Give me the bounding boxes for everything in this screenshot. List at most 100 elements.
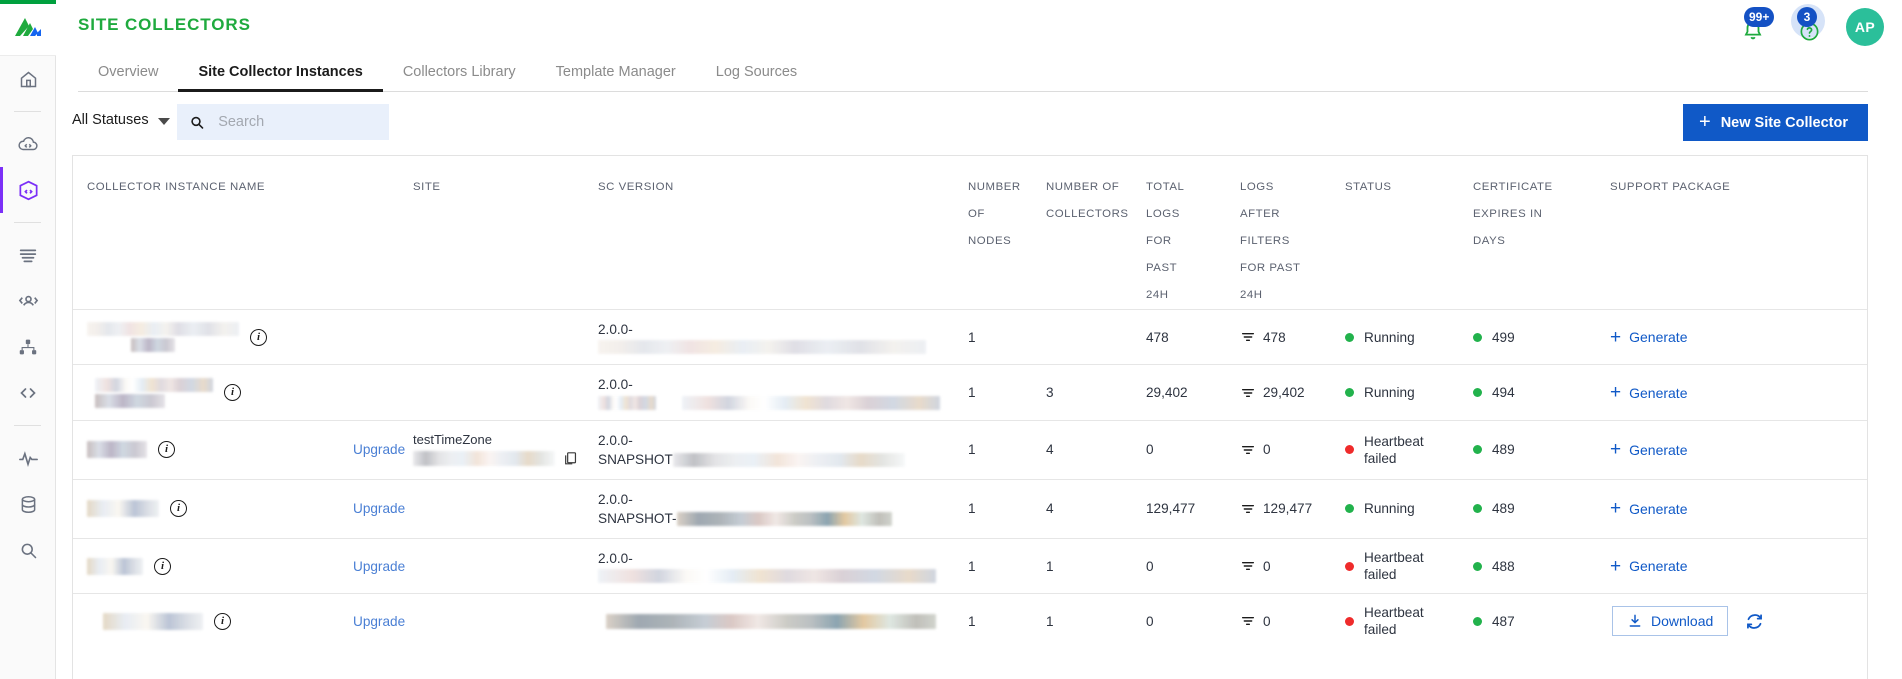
generate-label: Generate	[1629, 329, 1688, 346]
table-row[interactable]: i Upgrade 2.0.0- 1 1 0 0 Heartbeat faile…	[73, 537, 1867, 594]
cell-certificate-days: 488	[1473, 537, 1610, 594]
tab-template-manager[interactable]: Template Manager	[536, 64, 696, 91]
search-box[interactable]	[177, 104, 389, 140]
search-input[interactable]	[216, 113, 377, 131]
plus-icon: +	[1610, 326, 1622, 348]
column-header-sc-version[interactable]: SC VERSION	[598, 156, 968, 310]
header-line: EXPIRES IN	[1473, 208, 1543, 220]
download-support-package-button[interactable]: Download	[1612, 606, 1729, 637]
upgrade-link[interactable]: Upgrade	[353, 501, 405, 516]
cell-site	[413, 537, 598, 594]
redacted-name	[87, 377, 213, 408]
rail-divider-1	[14, 111, 41, 112]
column-header-status[interactable]: STATUS	[1345, 156, 1473, 310]
certificate-days-value: 499	[1492, 329, 1515, 345]
help-button[interactable]: 3	[1791, 4, 1825, 45]
sidebar-item-database[interactable]	[0, 481, 56, 527]
header-line: NUMBER	[968, 181, 1021, 193]
refresh-icon[interactable]	[1744, 611, 1765, 632]
status-filter-label: All Statuses	[72, 112, 149, 128]
version-prefix: 2.0.0-	[598, 491, 633, 507]
hierarchy-icon	[19, 339, 37, 355]
column-header-certificate-expires[interactable]: CERTIFICATE EXPIRES IN DAYS	[1473, 156, 1610, 310]
tab-overview[interactable]: Overview	[78, 64, 178, 91]
info-icon[interactable]: i	[154, 557, 171, 575]
plus-icon: +	[1699, 110, 1711, 133]
cell-collector-instance-name: i	[73, 419, 353, 480]
tab-collectors-library[interactable]: Collectors Library	[383, 64, 536, 91]
info-icon[interactable]: i	[224, 384, 241, 402]
after-filters-value: 478	[1263, 329, 1286, 345]
cell-logs-after-filters: 0	[1240, 537, 1345, 594]
sidebar-item-hierarchy[interactable]	[0, 324, 56, 370]
cell-logs-after-filters: 129,477	[1240, 478, 1345, 539]
column-header-upgrade	[353, 156, 413, 310]
sidebar-item-code[interactable]	[0, 370, 56, 416]
cell-site	[413, 308, 598, 365]
column-header-number-of-nodes[interactable]: NUMBER OF NODES	[968, 156, 1046, 310]
info-icon[interactable]: i	[250, 328, 267, 346]
table-header: COLLECTOR INSTANCE NAME SITE SC VERSION …	[73, 156, 1867, 310]
header-line: CERTIFICATE	[1473, 181, 1553, 193]
generate-support-package-button[interactable]: + Generate	[1610, 499, 1687, 518]
collectors-table-container: COLLECTOR INSTANCE NAME SITE SC VERSION …	[72, 155, 1868, 679]
column-header-number-of-collectors[interactable]: NUMBER OF COLLECTORS	[1046, 156, 1146, 310]
rail-divider-3	[14, 425, 41, 426]
sidebar-item-users[interactable]	[0, 278, 56, 324]
info-icon[interactable]: i	[214, 612, 231, 630]
copy-icon[interactable]	[562, 450, 579, 467]
tab-site-collector-instances[interactable]: Site Collector Instances	[178, 64, 384, 92]
generate-support-package-button[interactable]: + Generate	[1610, 557, 1687, 576]
info-icon[interactable]: i	[158, 441, 175, 459]
app-logo[interactable]	[0, 0, 56, 56]
header-line: TOTAL	[1146, 181, 1185, 193]
redacted-name	[87, 322, 239, 353]
table-row[interactable]: i Upgrade testTimeZone 2.0.0- SNAPSHOT 1…	[73, 419, 1867, 480]
column-header-collector-instance-name[interactable]: COLLECTOR INSTANCE NAME	[73, 156, 353, 310]
avatar[interactable]: AP	[1846, 8, 1884, 46]
generate-label: Generate	[1629, 441, 1688, 458]
cell-sc-version: 2.0.0-	[598, 537, 968, 594]
sidebar-item-cloud-code[interactable]	[0, 121, 56, 167]
notifications-button[interactable]: 99+	[1738, 7, 1775, 45]
generate-support-package-button[interactable]: + Generate	[1610, 328, 1687, 347]
tab-log-sources[interactable]: Log Sources	[696, 64, 817, 91]
after-filters-value: 0	[1263, 558, 1271, 574]
sidebar-item-activity[interactable]	[0, 435, 56, 481]
new-site-collector-button[interactable]: + New Site Collector	[1683, 104, 1868, 141]
sidebar-item-search[interactable]	[0, 527, 56, 573]
upgrade-link[interactable]: Upgrade	[353, 614, 405, 629]
table-row[interactable]: i Upgrade 2.0.0- SNAPSHOT- 1 4 129,477 1…	[73, 478, 1867, 539]
info-icon[interactable]: i	[170, 500, 187, 518]
list-lines-icon	[19, 249, 37, 263]
sidebar-item-home[interactable]	[0, 56, 56, 102]
column-header-total-logs[interactable]: TOTAL LOGS FOR PAST 24H	[1146, 156, 1240, 310]
cell-status: Heartbeat failed	[1345, 593, 1473, 649]
cell-sc-version: 2.0.0-	[598, 364, 968, 421]
generate-support-package-button[interactable]: + Generate	[1610, 383, 1687, 402]
table-row[interactable]: i 2.0.0- 1 478 478 Running 499 + Generat…	[73, 308, 1867, 365]
cell-collector-instance-name: i	[73, 364, 353, 421]
sidebar-item-site-collectors[interactable]	[0, 167, 56, 213]
cell-upgrade	[353, 364, 413, 421]
header-line: NODES	[968, 235, 1012, 247]
column-header-support-package[interactable]: SUPPORT PACKAGE	[1610, 156, 1867, 310]
cell-certificate-days: 494	[1473, 364, 1610, 421]
upgrade-link[interactable]: Upgrade	[353, 442, 405, 457]
table-row[interactable]: i Upgrade 1 1 0 0 Heartbeat failed 487 D…	[73, 593, 1867, 649]
cell-collector-instance-name: i	[73, 593, 353, 649]
header-line: FOR PAST	[1240, 262, 1301, 274]
column-header-logs-after-filters[interactable]: LOGS AFTER FILTERS FOR PAST 24H	[1240, 156, 1345, 310]
cell-sc-version: 2.0.0- SNAPSHOT-	[598, 478, 968, 539]
status-badge: Heartbeat failed	[1364, 433, 1424, 466]
sidebar-item-lists[interactable]	[0, 232, 56, 278]
upgrade-link[interactable]: Upgrade	[353, 559, 405, 574]
table-row[interactable]: i 2.0.0- 1 3 29,402 29,402 Running 494 +…	[73, 364, 1867, 421]
generate-support-package-button[interactable]: + Generate	[1610, 440, 1687, 459]
column-header-site[interactable]: SITE	[413, 156, 598, 310]
status-filter-dropdown[interactable]: All Statuses	[72, 112, 170, 128]
cell-collector-instance-name: i	[73, 537, 353, 594]
cell-number-of-nodes: 1	[968, 364, 1046, 421]
header-line: SC VERSION	[598, 181, 674, 193]
status-dot	[1345, 332, 1354, 342]
